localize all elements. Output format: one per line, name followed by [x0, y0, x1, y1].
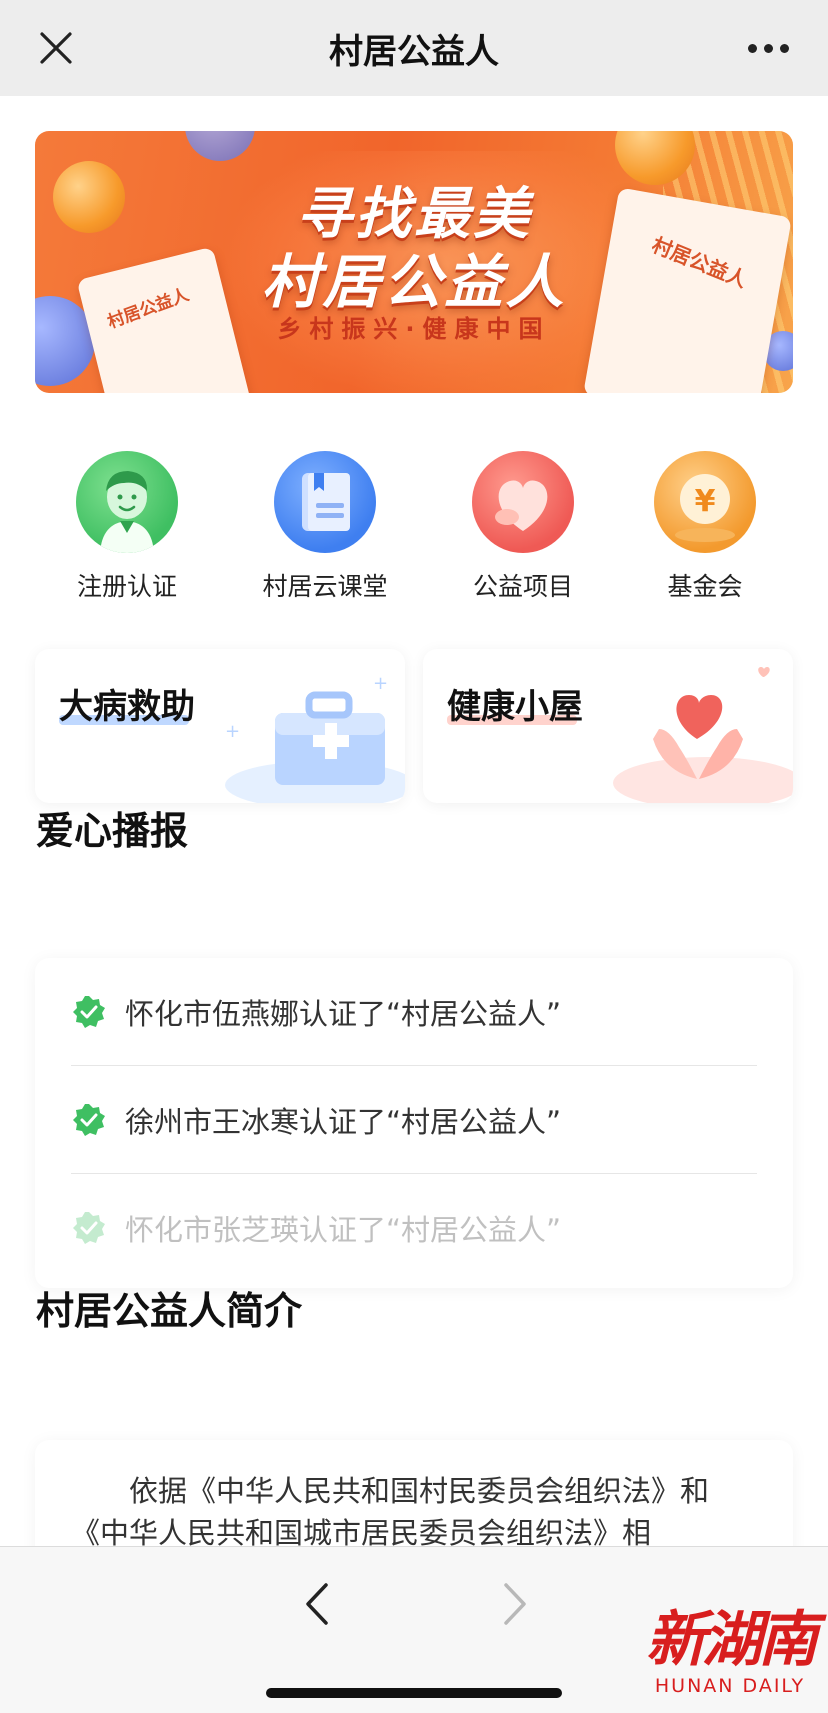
intro-text: 依据《中华人民共和国村民委员会组织法》和《中华人民共和国城市居民委员会组织法》相 [71, 1474, 710, 1546]
broadcast-text: 怀化市张芝瑛认证了“村居公益人” [125, 1213, 562, 1247]
verified-badge-icon [73, 1104, 105, 1136]
quick-item-label: 村居云课堂 [262, 572, 388, 601]
top-navbar: 村居公益人 [0, 0, 828, 96]
list-item: 怀化市伍燕娜认证了“村居公益人” [71, 958, 757, 1066]
quick-item-label: 公益项目 [472, 572, 573, 601]
quick-menu: 注册认证 村居云课堂 公益项目 ¥ 基金会 [0, 451, 828, 601]
home-indicator[interactable] [266, 1688, 562, 1698]
banner-subtitle: 乡村振兴·健康中国 [277, 315, 551, 343]
card-health-house[interactable]: 健康小屋 [423, 649, 793, 803]
intro-section-title: 村居公益人简介 [36, 1289, 303, 1333]
list-item: 徐州市王冰寒认证了“村居公益人” [71, 1066, 757, 1174]
svg-text:¥: ¥ [695, 484, 716, 519]
user-avatar-icon [76, 451, 178, 553]
yuan-coin-icon: ¥ [654, 451, 756, 553]
promo-banner[interactable]: 村居公益人 村居公益人 寻找最美 村居公益人 乡村振兴·健康中国 [35, 131, 793, 393]
card-title: 健康小屋 [447, 687, 583, 727]
card-critical-illness[interactable]: 大病救助 + + [35, 649, 405, 803]
quick-item-label: 注册认证 [76, 572, 177, 601]
heart-icon [472, 451, 574, 553]
quick-item-foundation[interactable]: ¥ 基金会 [620, 451, 790, 603]
svg-text:+: + [225, 721, 240, 742]
list-item: 怀化市张芝瑛认证了“村居公益人” [71, 1174, 757, 1282]
quick-item-classroom[interactable]: 村居云课堂 [240, 451, 410, 603]
close-icon[interactable] [36, 28, 76, 68]
page-title: 村居公益人 [329, 31, 499, 72]
hands-heart-icon [613, 667, 793, 803]
page-content: 村居公益人 村居公益人 寻找最美 村居公益人 乡村振兴·健康中国 注册认证 村居… [0, 96, 828, 1546]
chevron-left-icon[interactable] [298, 1579, 338, 1629]
broadcast-section-title: 爱心播报 [36, 809, 189, 853]
more-icon[interactable] [748, 38, 792, 58]
quick-item-label: 基金会 [667, 572, 743, 601]
intro-card: 依据《中华人民共和国村民委员会组织法》和《中华人民共和国城市居民委员会组织法》相 [35, 1440, 793, 1546]
card-title: 大病救助 [59, 687, 195, 727]
verified-badge-icon [73, 1212, 105, 1244]
svg-text:+: + [373, 673, 388, 694]
watermark-logo-text: 新湖南 [646, 1605, 818, 1675]
broadcast-list: 怀化市伍燕娜认证了“村居公益人” 徐州市王冰寒认证了“村居公益人” 怀化市张芝瑛… [35, 958, 793, 1288]
broadcast-text: 怀化市伍燕娜认证了“村居公益人” [125, 997, 562, 1031]
verified-badge-icon [73, 996, 105, 1028]
broadcast-text: 徐州市王冰寒认证了“村居公益人” [125, 1105, 562, 1139]
medical-kit-icon: + + [225, 673, 405, 803]
quick-item-projects[interactable]: 公益项目 [438, 451, 608, 603]
banner-title-line2: 村居公益人 [261, 248, 567, 316]
watermark-sub-text: HUNAN DAILY [654, 1675, 806, 1697]
watermark-logo: 新湖南 HUNAN DAILY [640, 1605, 820, 1705]
book-icon [274, 451, 376, 553]
quick-item-register[interactable]: 注册认证 [42, 451, 212, 603]
chevron-right-icon[interactable] [494, 1579, 534, 1629]
